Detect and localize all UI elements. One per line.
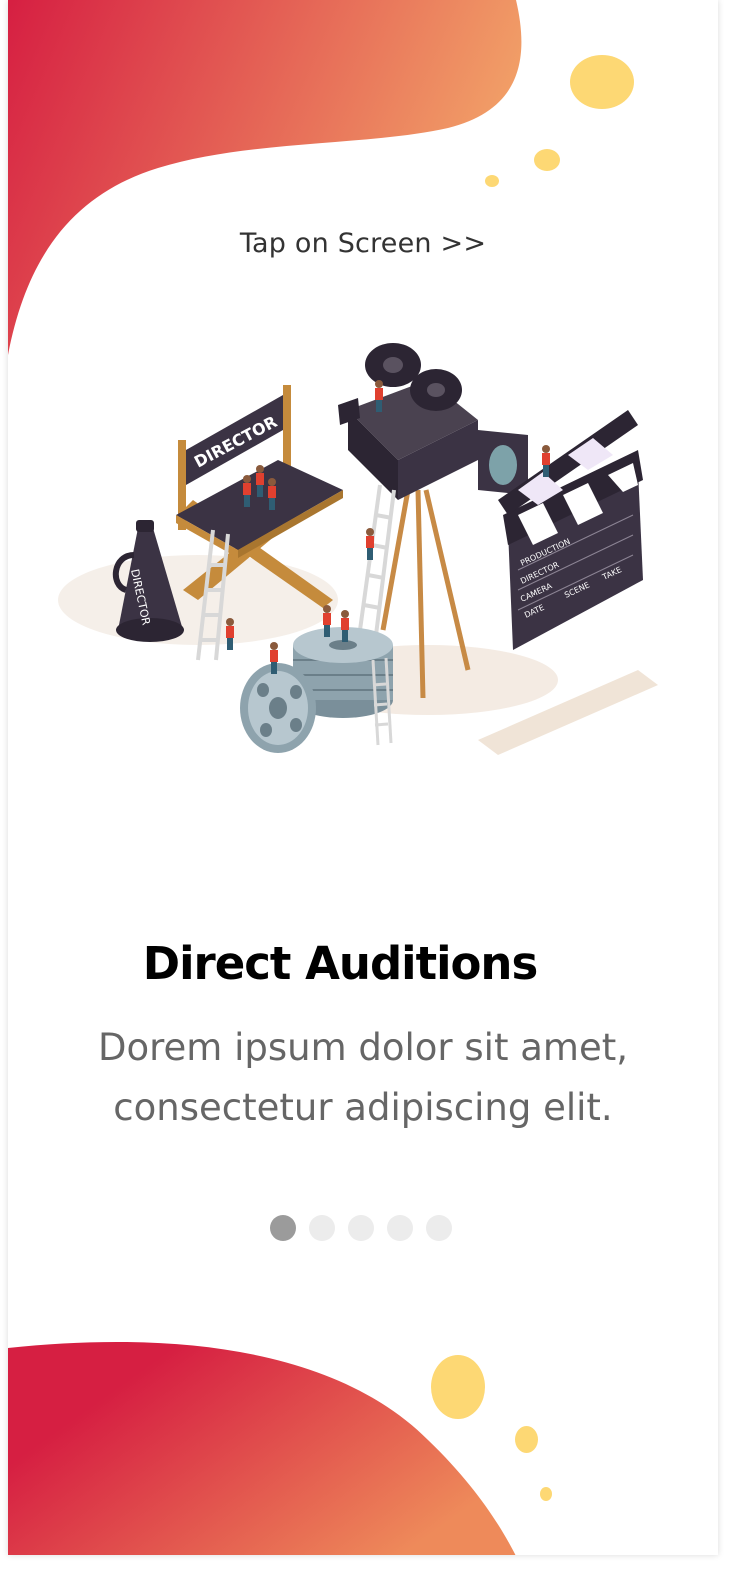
bottom-gradient-blob: [8, 1341, 516, 1555]
description-line: consectetur adipiscing elit.: [113, 1086, 613, 1129]
description-line: Dorem ipsum dolor sit amet,: [98, 1026, 628, 1069]
decor-dot: [515, 1426, 538, 1453]
page-dot-5[interactable]: [426, 1215, 452, 1241]
film-reel-icon: [240, 627, 393, 753]
page-indicator: [270, 1215, 452, 1241]
page-dot-2[interactable]: [309, 1215, 335, 1241]
page-dot-4[interactable]: [387, 1215, 413, 1241]
decor-dot: [540, 1487, 552, 1501]
page-dot-1[interactable]: [270, 1215, 296, 1241]
screen-title: Direct Auditions: [142, 937, 539, 990]
tap-on-screen-link[interactable]: Tap on Screen >>: [8, 228, 718, 259]
decor-dot: [534, 149, 560, 171]
decor-dot: [485, 175, 499, 187]
ladder-icon: [358, 484, 396, 636]
page-dot-3[interactable]: [348, 1215, 374, 1241]
onboarding-screen[interactable]: Tap on Screen >> DIRECTOR DIRECTOR PRODU…: [8, 0, 718, 1555]
decor-dot: [570, 55, 634, 109]
film-set-illustration: DIRECTOR DIRECTOR PRODUCTION DIRECTOR CA…: [58, 343, 658, 755]
screen-description: Dorem ipsum dolor sit amet, consectetur …: [8, 1018, 718, 1138]
decor-dot: [431, 1355, 485, 1419]
